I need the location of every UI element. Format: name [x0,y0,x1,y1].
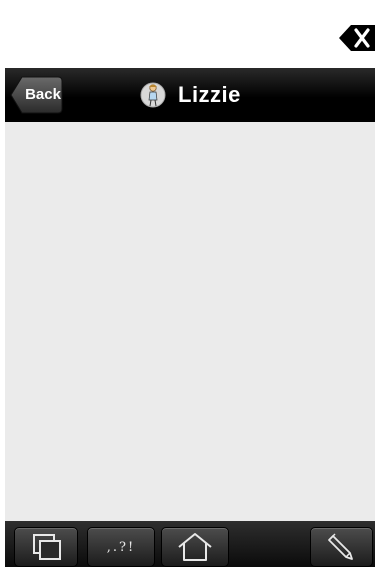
back-button[interactable]: Back [10,76,63,114]
navigation-bar: Back Lizzie [5,68,375,122]
back-button-label: Back [25,86,61,103]
copy-icon [33,534,61,560]
clear-backspace-icon [339,25,375,51]
message-area[interactable] [5,122,375,521]
girl-figure-icon [140,82,166,108]
input-area[interactable] [5,5,375,68]
home-icon [178,533,212,561]
title-group: Lizzie [140,77,241,113]
page-title: Lizzie [178,82,241,107]
punctuation-button[interactable]: ,.?! [87,527,155,567]
app-frame: Back Lizzie ,.?! [5,5,375,567]
pencil-icon [327,533,353,560]
punctuation-label: ,.?! [106,539,136,555]
bottom-toolbar: ,.?! [5,521,375,567]
copy-button[interactable] [14,527,78,567]
clear-button[interactable] [339,25,375,51]
home-button[interactable] [161,527,229,567]
edit-button[interactable] [310,527,373,567]
